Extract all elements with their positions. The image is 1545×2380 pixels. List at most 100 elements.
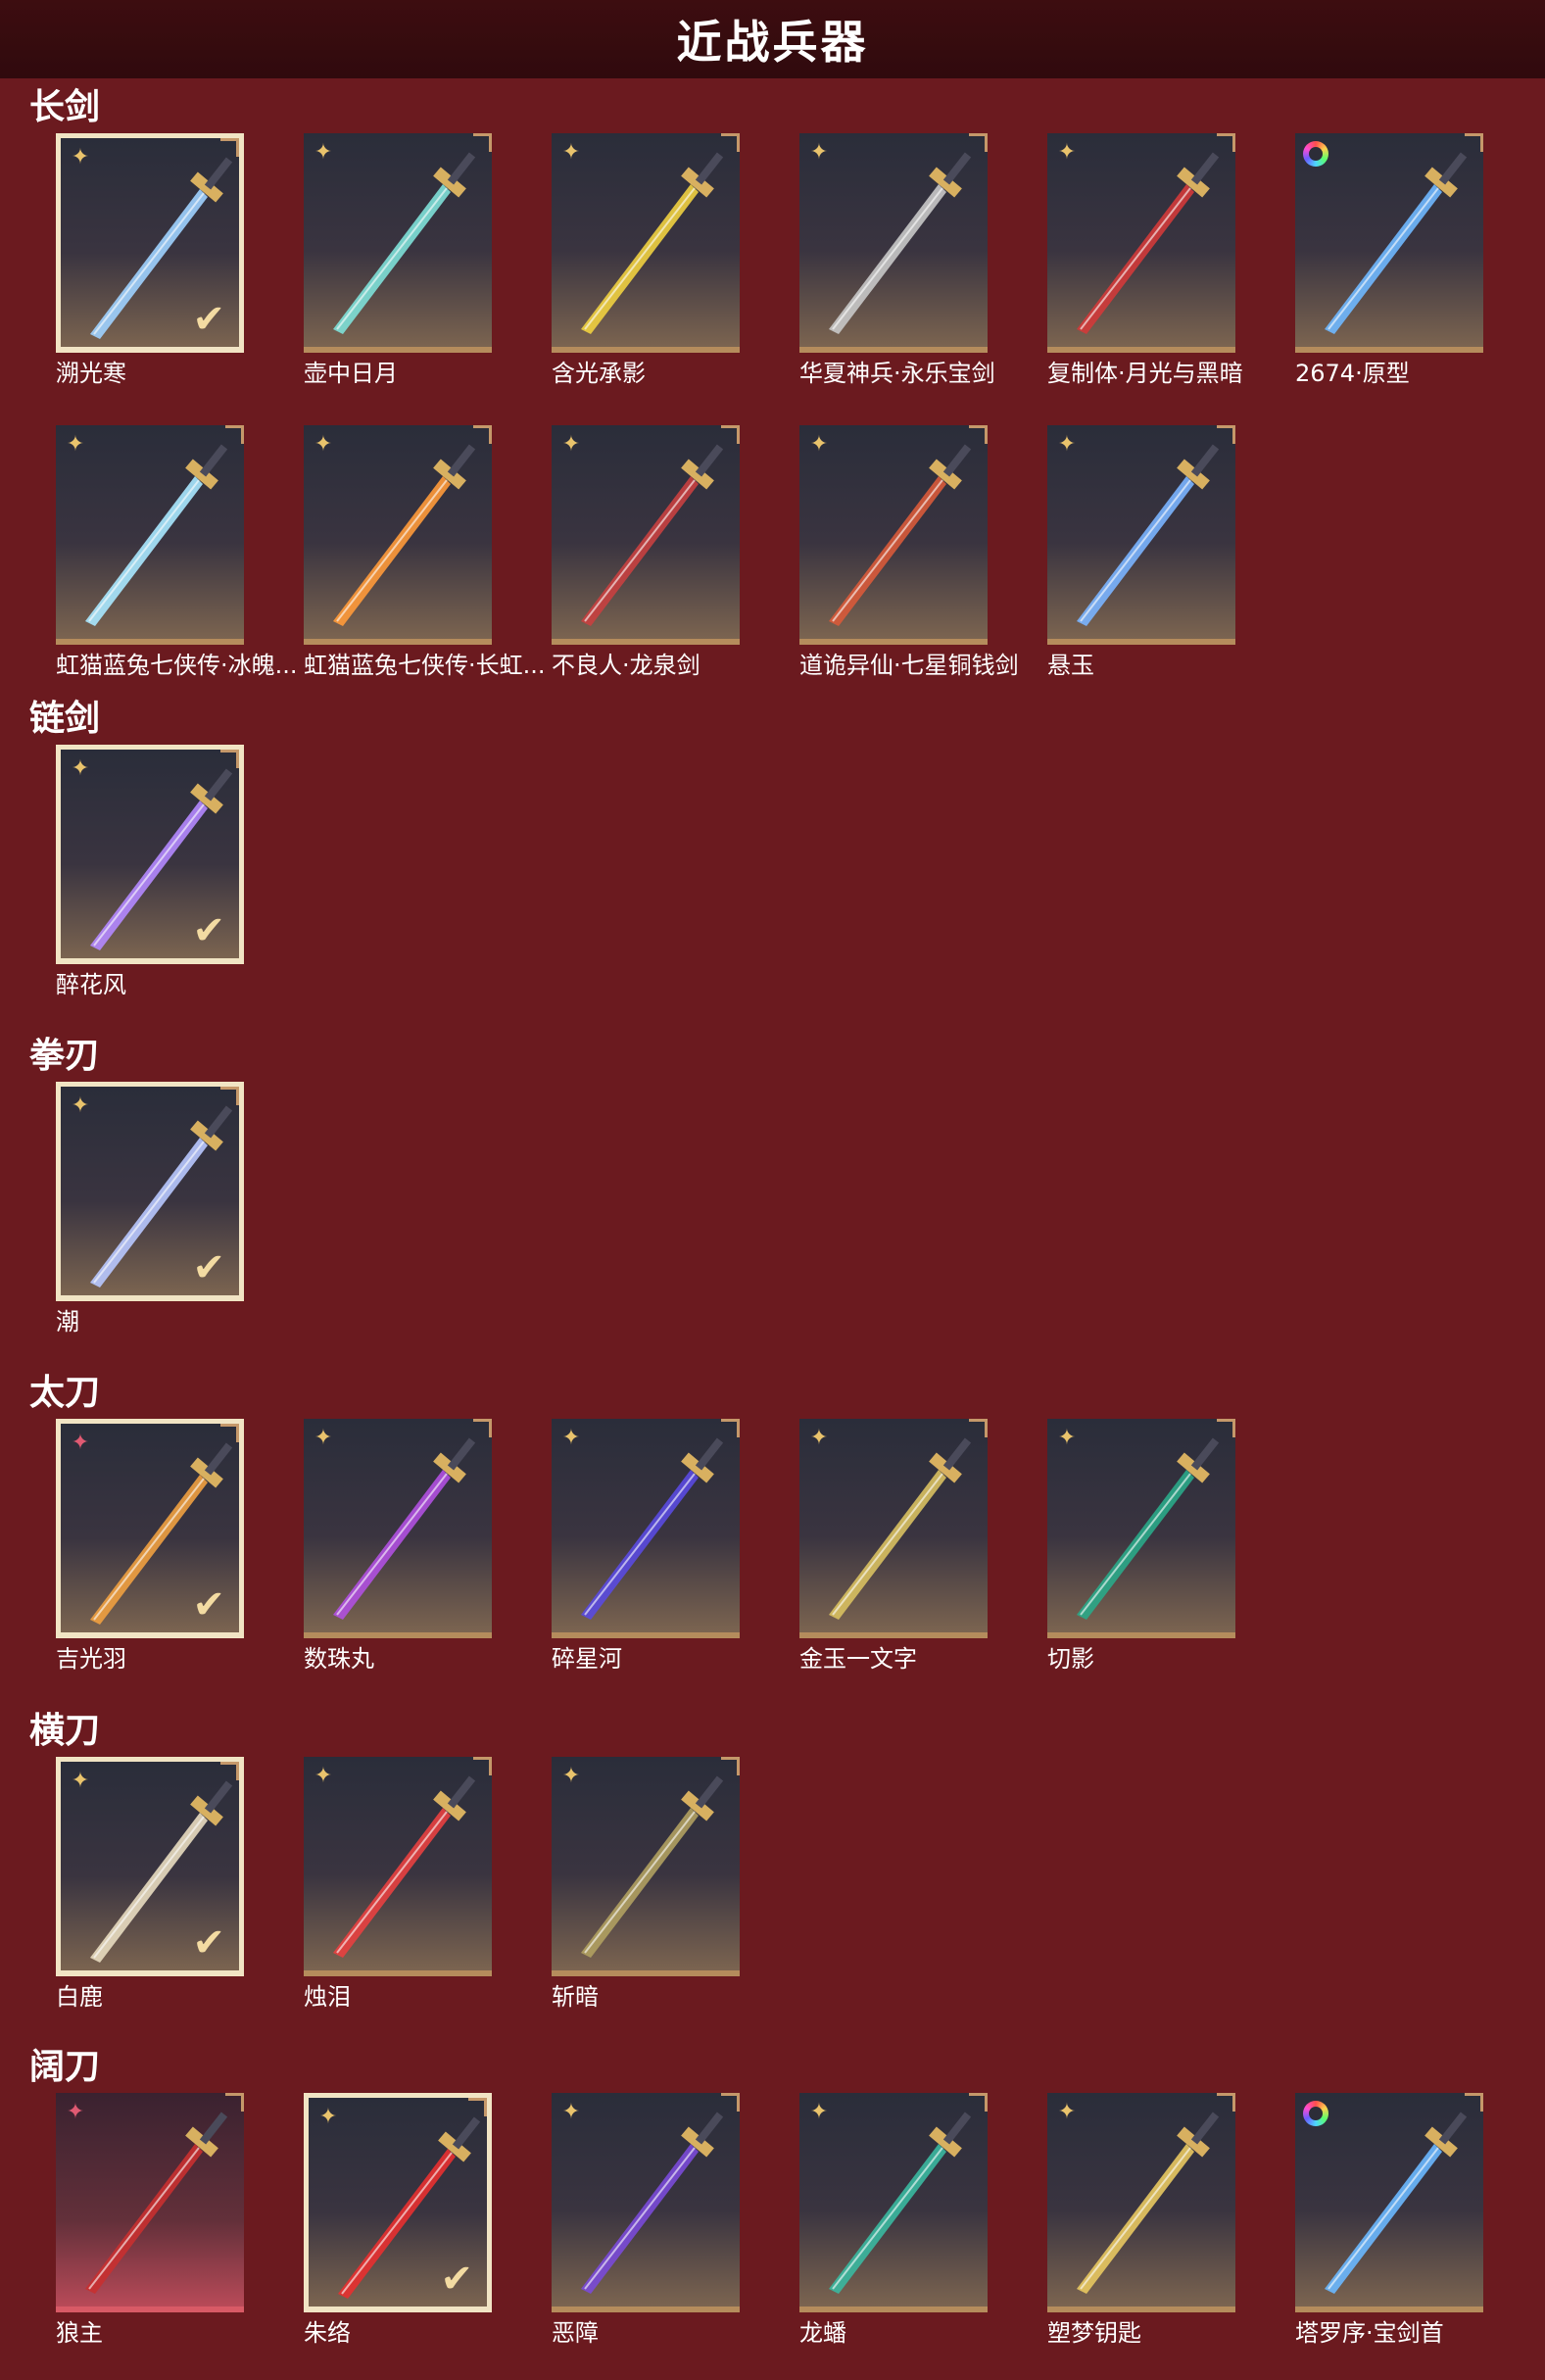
star-icon: ✦	[318, 2105, 338, 2129]
star-icon: ✦	[314, 140, 333, 165]
weapon-tile[interactable]: ✦ ✔ 溯光寒	[56, 133, 252, 408]
check-icon: ✔	[192, 1582, 225, 1627]
star-icon: ✦	[1057, 2100, 1077, 2124]
weapon-card[interactable]: ✦	[552, 133, 740, 353]
weapon-name: 道诡异仙·七星铜钱剑	[799, 652, 1019, 679]
star-icon: ✦	[561, 2100, 581, 2124]
category-title: 阔刀	[29, 2047, 101, 2087]
star-icon: ✦	[809, 1426, 829, 1450]
weapon-card[interactable]: ✦	[304, 425, 492, 645]
weapon-tile[interactable]: ✦ 道诡异仙·七星铜钱剑	[799, 425, 1019, 700]
card-corner-decoration	[969, 2093, 988, 2112]
weapon-tile[interactable]: ✦ 切影	[1047, 1419, 1243, 1693]
weapon-image	[1325, 152, 1468, 334]
check-icon: ✔	[192, 297, 225, 342]
weapon-image	[581, 444, 724, 626]
weapon-tile[interactable]: ✦ 数珠丸	[304, 1419, 500, 1693]
weapon-card[interactable]: ✦ ✔	[56, 745, 244, 964]
weapon-card[interactable]: ✦	[799, 133, 988, 353]
weapon-card[interactable]: ✦ ✔	[56, 1419, 244, 1638]
card-corner-decoration	[1217, 425, 1235, 444]
weapon-tile[interactable]: ✦ 悬玉	[1047, 425, 1243, 700]
card-corner-decoration	[721, 2093, 740, 2112]
weapon-image	[333, 152, 476, 334]
weapon-tile[interactable]: ✦ 狼主	[56, 2093, 252, 2367]
card-corner-decoration	[721, 425, 740, 444]
weapon-tile[interactable]: ✦ 含光承影	[552, 133, 748, 408]
weapon-tile[interactable]: ✦ 龙蟠	[799, 2093, 995, 2367]
weapon-tile[interactable]: ✦ 虹猫蓝兔七侠传·冰魄...	[56, 425, 298, 700]
weapon-tile[interactable]: ✦ 虹猫蓝兔七侠传·长虹...	[304, 425, 546, 700]
weapon-card[interactable]: ✦	[304, 1419, 492, 1638]
weapon-tile[interactable]: ✦ 金玉一文字	[799, 1419, 995, 1693]
weapon-tile[interactable]: 塔罗序·宝剑首	[1295, 2093, 1491, 2367]
weapon-card[interactable]: ✦	[1047, 1419, 1235, 1638]
star-icon: ✦	[71, 145, 90, 170]
weapon-tile[interactable]: ✦ 不良人·龙泉剑	[552, 425, 748, 700]
weapon-card[interactable]: ✦	[799, 1419, 988, 1638]
card-corner-decoration	[721, 133, 740, 152]
star-icon: ✦	[1057, 1426, 1077, 1450]
weapon-card[interactable]: ✦	[799, 2093, 988, 2312]
weapon-card[interactable]: ✦ ✔	[56, 1082, 244, 1301]
star-icon: ✦	[561, 1426, 581, 1450]
weapon-card[interactable]	[1295, 2093, 1483, 2312]
weapon-image	[581, 2112, 724, 2294]
weapon-name: 吉光羽	[56, 1645, 126, 1673]
weapon-tile[interactable]: ✦ 塑梦钥匙	[1047, 2093, 1243, 2367]
star-icon: ✦	[1057, 140, 1077, 165]
rainbow-ring-icon	[1303, 141, 1328, 167]
weapon-name: 塑梦钥匙	[1047, 2319, 1141, 2347]
weapon-name: 壶中日月	[304, 360, 398, 387]
weapon-card[interactable]: ✦	[552, 1419, 740, 1638]
card-corner-decoration	[220, 1424, 239, 1442]
weapon-tile[interactable]: ✦ ✔ 吉光羽	[56, 1419, 252, 1693]
weapon-card[interactable]: ✦	[1047, 133, 1235, 353]
weapon-tile[interactable]: ✦ 斩暗	[552, 1757, 748, 2031]
weapon-card[interactable]: ✦	[552, 2093, 740, 2312]
weapon-tile[interactable]: ✦ ✔ 白鹿	[56, 1757, 252, 2031]
weapon-name: 斩暗	[552, 1983, 599, 2011]
weapon-card[interactable]: ✦	[552, 1757, 740, 1976]
star-icon: ✦	[561, 1764, 581, 1788]
weapon-name: 虹猫蓝兔七侠传·长虹...	[304, 652, 546, 679]
weapon-name: 狼主	[56, 2319, 103, 2347]
weapon-card[interactable]: ✦ ✔	[56, 1757, 244, 1976]
card-corner-decoration	[225, 2093, 244, 2112]
weapon-image	[1077, 1437, 1220, 1620]
weapon-name: 塔罗序·宝剑首	[1295, 2319, 1444, 2347]
weapon-card[interactable]: ✦	[1047, 2093, 1235, 2312]
weapon-tile[interactable]: ✦ 恶障	[552, 2093, 748, 2367]
weapon-tile[interactable]: ✦ ✔ 醉花风	[56, 745, 252, 1019]
weapon-card[interactable]: ✦	[552, 425, 740, 645]
weapon-tile[interactable]: ✦ ✔ 潮	[56, 1082, 252, 1356]
weapon-tile[interactable]: 2674·原型	[1295, 133, 1491, 408]
weapon-card[interactable]: ✦	[56, 2093, 244, 2312]
weapon-name: 醉花风	[56, 971, 126, 998]
weapon-tile[interactable]: ✦ 烛泪	[304, 1757, 500, 2031]
weapon-card[interactable]: ✦	[56, 425, 244, 645]
top-bar: 近战兵器	[0, 0, 1545, 78]
weapon-image	[1325, 2112, 1468, 2294]
star-icon: ✦	[71, 756, 90, 781]
weapon-card[interactable]: ✦ ✔	[56, 133, 244, 353]
card-corner-decoration	[969, 425, 988, 444]
weapon-card[interactable]	[1295, 133, 1483, 353]
weapon-card[interactable]: ✦	[799, 425, 988, 645]
weapon-card[interactable]: ✦	[1047, 425, 1235, 645]
weapon-tile[interactable]: ✦ 华夏神兵·永乐宝剑	[799, 133, 995, 408]
card-corner-decoration	[468, 2098, 487, 2116]
star-icon: ✦	[1057, 432, 1077, 457]
rainbow-ring-icon	[1303, 2101, 1328, 2126]
card-corner-decoration	[1217, 2093, 1235, 2112]
card-corner-decoration	[721, 1419, 740, 1437]
weapon-card[interactable]: ✦ ✔	[304, 2093, 492, 2312]
weapon-tile[interactable]: ✦ 壶中日月	[304, 133, 500, 408]
weapon-tile[interactable]: ✦ ✔ 朱络	[304, 2093, 500, 2367]
card-corner-decoration	[969, 1419, 988, 1437]
weapon-card[interactable]: ✦	[304, 133, 492, 353]
weapon-name: 金玉一文字	[799, 1645, 917, 1673]
weapon-tile[interactable]: ✦ 复制体·月光与黑暗	[1047, 133, 1243, 408]
weapon-tile[interactable]: ✦ 碎星河	[552, 1419, 748, 1693]
weapon-card[interactable]: ✦	[304, 1757, 492, 1976]
